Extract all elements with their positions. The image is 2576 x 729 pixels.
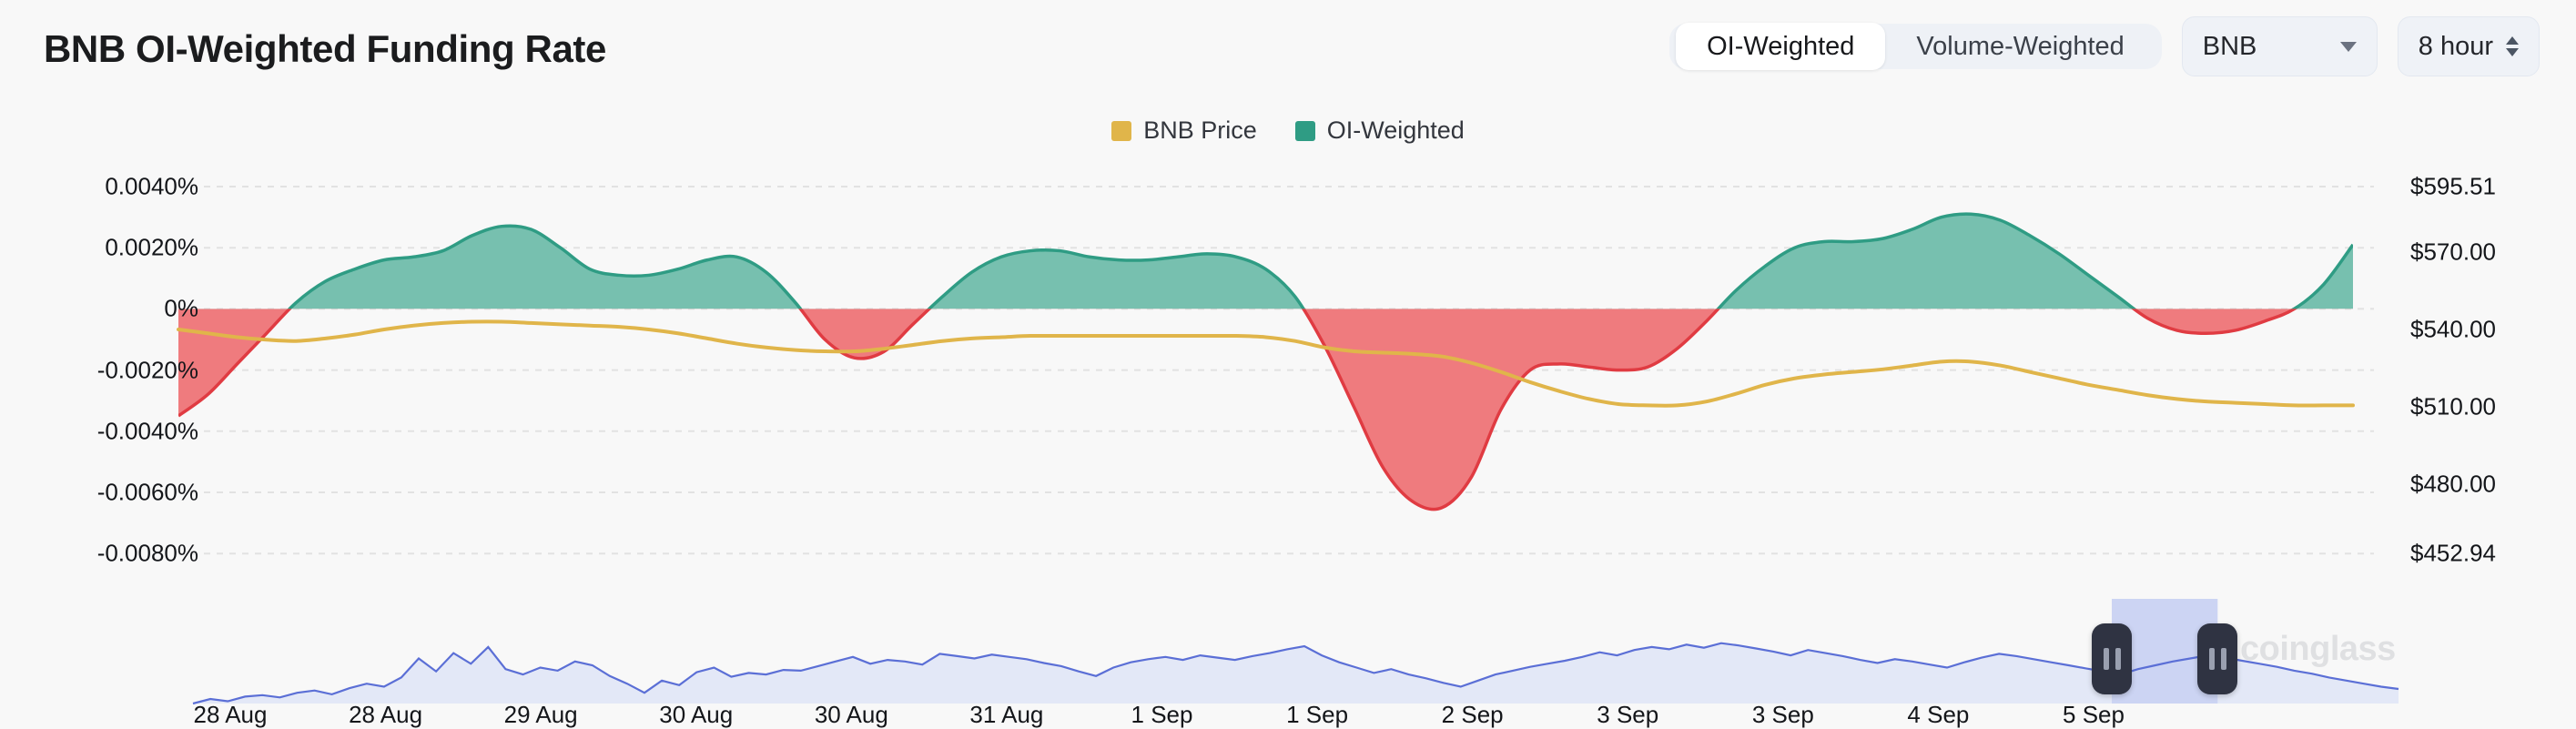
y-axis-right-tick: $540.00 bbox=[2410, 315, 2496, 343]
y-axis-left-tick: 0.0020% bbox=[105, 233, 198, 261]
y-axis-left-tick: -0.0040% bbox=[96, 417, 198, 445]
weighting-mode-toggle[interactable]: OI-Weighted Volume-Weighted bbox=[1669, 23, 2162, 70]
legend-label-oi-weighted: OI-Weighted bbox=[1326, 116, 1465, 144]
legend-swatch-bnb-price bbox=[1111, 120, 1132, 141]
chart-header: BNB OI-Weighted Funding Rate OI-Weighted… bbox=[0, 0, 2576, 109]
funding-positive-area bbox=[289, 214, 2353, 309]
y-axis-right-tick: $510.00 bbox=[2410, 392, 2496, 420]
funding-rate-chart bbox=[177, 186, 2374, 555]
y-axis-right-tick: $595.51 bbox=[2410, 172, 2496, 200]
legend-label-bnb-price: BNB Price bbox=[1143, 116, 1257, 144]
legend-item-bnb-price[interactable]: BNB Price bbox=[1111, 116, 1257, 145]
bnb-price-line bbox=[177, 319, 2355, 408]
legend-item-oi-weighted[interactable]: OI-Weighted bbox=[1294, 116, 1465, 145]
y-axis-right-tick: $452.94 bbox=[2410, 539, 2496, 567]
legend-swatch-oi-weighted bbox=[1294, 120, 1315, 141]
stepper-arrows-icon[interactable] bbox=[2506, 36, 2519, 56]
navigator-chart[interactable] bbox=[0, 590, 2576, 721]
y-axis-left-tick: -0.0060% bbox=[96, 478, 198, 506]
y-axis-left-tick: -0.0020% bbox=[96, 356, 198, 384]
asset-select[interactable]: BNB bbox=[2181, 16, 2378, 76]
brush-handle-left[interactable] bbox=[2092, 623, 2132, 694]
brush-handle-right[interactable] bbox=[2197, 623, 2238, 694]
grip-handle-icon bbox=[2115, 648, 2121, 670]
interval-stepper[interactable]: 8 hour bbox=[2397, 16, 2540, 76]
interval-stepper-value: 8 hour bbox=[2418, 31, 2493, 61]
grip-handle-icon bbox=[2103, 648, 2109, 670]
tab-volume-weighted[interactable]: Volume-Weighted bbox=[1885, 23, 2155, 70]
chart-legend: BNB Price OI-Weighted bbox=[0, 116, 2576, 145]
y-axis-left-tick: 0% bbox=[164, 294, 198, 322]
y-axis-right-tick: $480.00 bbox=[2410, 470, 2496, 498]
range-navigator[interactable] bbox=[0, 590, 2576, 721]
arrow-down-icon[interactable] bbox=[2506, 48, 2519, 56]
tab-oi-weighted[interactable]: OI-Weighted bbox=[1676, 23, 1886, 70]
grip-handle-icon bbox=[2208, 648, 2215, 670]
grip-handle-icon bbox=[2220, 648, 2226, 670]
y-axis-left-tick: -0.0080% bbox=[96, 539, 198, 567]
page-title: BNB OI-Weighted Funding Rate bbox=[44, 27, 606, 70]
chart-plot-area[interactable]: 0.0040% 0.0020% 0% -0.0020% -0.0040% -0.0060%… bbox=[0, 159, 2576, 729]
arrow-up-icon[interactable] bbox=[2506, 36, 2519, 45]
chevron-down-icon bbox=[2339, 41, 2357, 52]
header-controls: OI-Weighted Volume-Weighted BNB 8 hour bbox=[1669, 16, 2540, 76]
y-axis-right-tick: $570.00 bbox=[2410, 238, 2496, 266]
y-axis-left-tick: 0.0040% bbox=[105, 172, 198, 200]
asset-select-value: BNB bbox=[2202, 31, 2257, 61]
